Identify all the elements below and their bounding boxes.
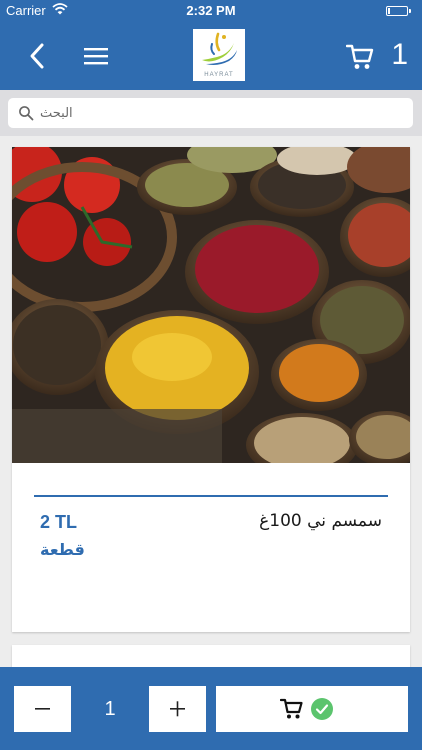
- search-input[interactable]: [36, 98, 404, 128]
- product-name: سمسم ني 100غ: [259, 511, 382, 531]
- check-icon: [311, 698, 333, 720]
- quantity-decrement-button[interactable]: [14, 686, 71, 732]
- product-unit: قطعة: [40, 540, 85, 559]
- clock: 2:32 PM: [186, 3, 236, 18]
- search-icon: [19, 106, 34, 121]
- search-bar: [0, 90, 422, 136]
- battery-icon: [386, 6, 414, 17]
- status-bar: Carrier 2:32 PM: [0, 0, 422, 22]
- logo-mark-icon: [202, 32, 237, 65]
- product-card[interactable]: سمسم ني 100غ 2 TL قطعة: [12, 147, 410, 632]
- back-button[interactable]: [24, 40, 52, 72]
- bottom-action-bar: 1: [0, 667, 422, 750]
- cart-count-badge: 1: [391, 38, 408, 71]
- brand-logo[interactable]: HAYRAT: [193, 29, 245, 81]
- quantity-increment-button[interactable]: [149, 686, 206, 732]
- product-price: 2 TL: [40, 512, 78, 532]
- quantity-value: 1: [104, 698, 116, 720]
- search-field[interactable]: [8, 98, 413, 128]
- nav-bar: HAYRAT 1: [0, 22, 422, 90]
- hamburger-icon: [84, 48, 108, 65]
- cart-button[interactable]: 1: [346, 36, 408, 76]
- logo-wordmark: HAYRAT: [204, 72, 234, 78]
- card-divider: [34, 495, 388, 497]
- cart-icon: [346, 44, 374, 69]
- product-image: [12, 147, 410, 463]
- minus-icon: [35, 708, 50, 710]
- chevron-left-icon: [30, 43, 44, 69]
- cart-icon: [280, 698, 303, 719]
- plus-icon: [170, 701, 185, 717]
- menu-button[interactable]: [82, 44, 110, 68]
- add-to-cart-button[interactable]: [216, 686, 408, 732]
